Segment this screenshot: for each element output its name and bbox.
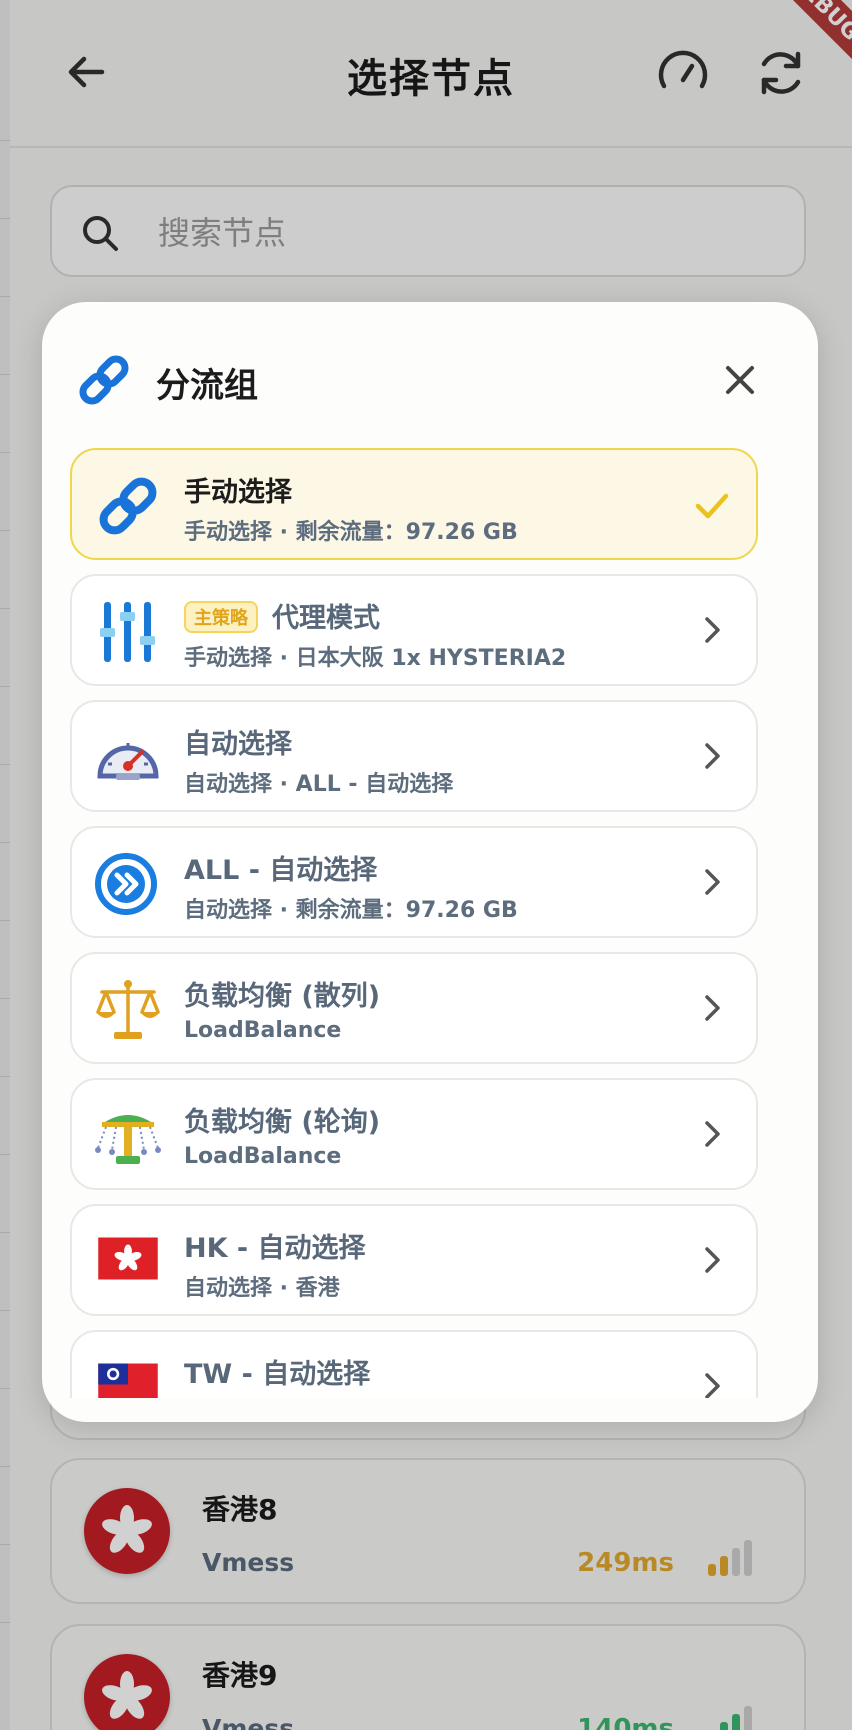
group-item-subtitle: LoadBalance [184, 1018, 342, 1043]
chevron-right-icon [705, 869, 720, 895]
link-icon [79, 355, 129, 405]
chevron-right-icon [705, 617, 720, 643]
tw-flag-icon [98, 1363, 158, 1398]
group-item-title: 负载均衡 (散列) [184, 981, 381, 1012]
group-item-title: 负载均衡 (轮询) [184, 1107, 381, 1138]
group-item-subtitle: 自动选择 · 剩余流量：97.26 GB [184, 898, 518, 923]
chevron-right-icon [705, 1373, 720, 1398]
group-item-title: 主策略 代理模式 [184, 596, 380, 636]
group-item-subtitle: LoadBalance [184, 1144, 342, 1169]
chevron-right-icon [705, 743, 720, 769]
group-item-loadbalance-hash[interactable]: 负载均衡 (散列) LoadBalance [70, 952, 758, 1064]
group-item-hk-auto[interactable]: HK - 自动选择 自动选择 · 香港 [70, 1204, 758, 1316]
group-item-subtitle: 手动选择 · 剩余流量：97.26 GB [184, 520, 518, 545]
carousel-icon [95, 1115, 161, 1164]
group-item-title: TW - 自动选择 [184, 1359, 371, 1390]
sliders-icon [100, 602, 155, 662]
group-item-subtitle: 自动选择 · 香港 [184, 1276, 340, 1301]
group-item-proxy-mode[interactable]: 主策略 代理模式 手动选择 · 日本大阪 1x HYSTERIA2 [70, 574, 758, 686]
group-item-loadbalance-roundrobin[interactable]: 负载均衡 (轮询) LoadBalance [70, 1078, 758, 1190]
speedometer-icon [97, 743, 159, 780]
group-item-manual[interactable]: 手动选择 手动选择 · 剩余流量：97.26 GB [70, 448, 758, 560]
group-item-title: 手动选择 [184, 477, 292, 508]
group-item-title: ALL - 自动选择 [184, 855, 378, 886]
fast-forward-icon [95, 853, 157, 915]
chevron-right-icon [705, 1247, 720, 1273]
group-item-auto[interactable]: 自动选择 自动选择 · ALL - 自动选择 [70, 700, 758, 812]
scales-icon [96, 980, 160, 1039]
group-item-all-auto[interactable]: ALL - 自动选择 自动选择 · 剩余流量：97.26 GB [70, 826, 758, 938]
group-item-tw-auto[interactable]: TW - 自动选择 [70, 1330, 758, 1398]
group-item-subtitle: 自动选择 · ALL - 自动选择 [184, 772, 454, 797]
dialog-title: 分流组 [156, 366, 258, 406]
group-item-title: HK - 自动选择 [184, 1233, 366, 1264]
main-strategy-badge: 主策略 [184, 600, 258, 633]
group-list[interactable]: 手动选择 手动选择 · 剩余流量：97.26 GB 主策略 代理模式 手动选择 ·… [70, 448, 758, 1398]
group-item-title-text: 代理模式 [272, 603, 380, 634]
group-item-subtitle: 手动选择 · 日本大阪 1x HYSTERIA2 [184, 646, 567, 671]
chevron-right-icon [705, 995, 720, 1021]
chevron-right-icon [705, 1121, 720, 1147]
group-item-title: 自动选择 [184, 729, 292, 760]
close-icon[interactable] [720, 360, 760, 400]
hk-flag-icon [98, 1237, 158, 1280]
link-icon [99, 477, 157, 535]
group-dialog: 分流组 手动选择 手动选择 · 剩余流量：97.26 GB 主策略 代理模式 手… [42, 302, 818, 1422]
check-icon [695, 493, 729, 519]
